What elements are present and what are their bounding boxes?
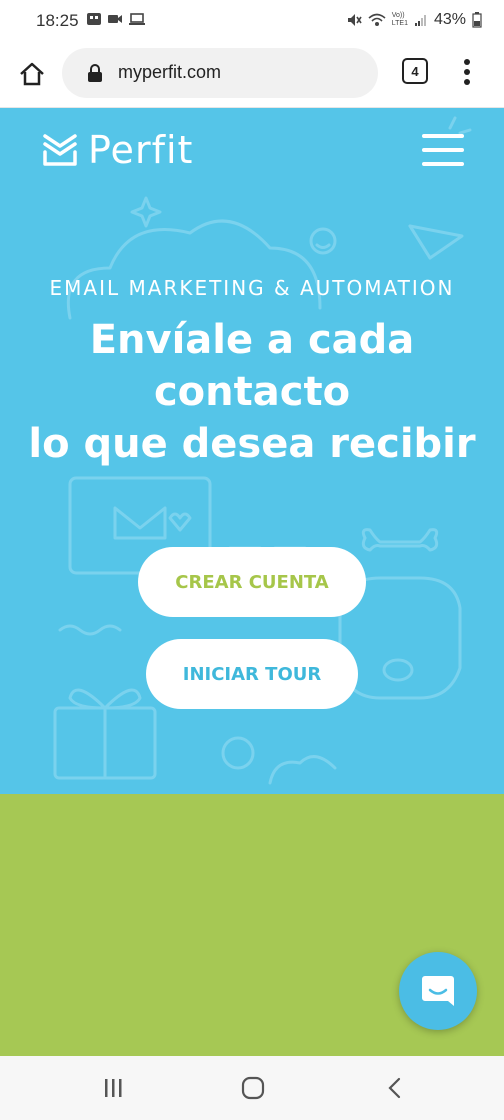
back-button[interactable] (380, 1074, 410, 1102)
hero-section: Perfit EMAIL MARKETING & AUTOMATION Enví… (0, 108, 504, 794)
more-vert-icon (464, 59, 470, 85)
tab-switcher-button[interactable]: 4 (402, 58, 428, 84)
battery-percent: 43% (433, 11, 466, 28)
browser-home-button[interactable] (14, 56, 50, 92)
home-nav-button[interactable] (238, 1074, 268, 1102)
status-system-icons: Vo)) LTE1 43% (346, 11, 482, 29)
recent-apps-button[interactable] (98, 1074, 128, 1102)
start-tour-button[interactable]: INICIAR TOUR (146, 639, 358, 709)
browser-menu-button[interactable] (455, 54, 479, 90)
create-account-button[interactable]: CREAR CUENTA (138, 547, 366, 617)
video-icon (108, 15, 122, 23)
address-bar[interactable]: myperfit.com (62, 48, 378, 98)
system-navigation-bar (0, 1056, 504, 1120)
wifi-icon (368, 13, 386, 26)
headline-line: Envíale a cada (89, 317, 415, 363)
network-label: Vo)) LTE1 (392, 12, 408, 28)
perfit-logo-icon (43, 134, 77, 166)
home-nav-icon (241, 1076, 265, 1100)
hamburger-line (422, 162, 464, 166)
logo-text: Perfit (88, 128, 194, 172)
volte-label: Vo)) (391, 12, 405, 19)
lte-label: LTE1 (391, 20, 408, 27)
hamburger-line (422, 148, 464, 152)
signal-icon (414, 15, 426, 26)
mute-icon (347, 14, 362, 26)
chat-button[interactable] (399, 952, 477, 1030)
lock-icon (88, 64, 102, 82)
status-bar: 18:25 Vo)) LTE1 43% (0, 0, 504, 42)
status-time: 18:25 (36, 11, 79, 30)
perfit-logo[interactable]: Perfit (42, 128, 193, 172)
hero-tagline: EMAIL MARKETING & AUTOMATION (49, 276, 455, 300)
recent-apps-icon (105, 1079, 122, 1097)
back-icon (388, 1077, 401, 1099)
battery-icon (472, 12, 482, 28)
browser-toolbar: myperfit.com 4 (0, 42, 504, 108)
chat-icon (422, 976, 454, 1006)
status-notification-icons (86, 12, 146, 26)
url-text: myperfit.com (118, 62, 222, 82)
headline-line: lo que desea recibir (28, 421, 476, 467)
sim-icon (87, 13, 101, 25)
laptop-icon (129, 13, 145, 25)
headline-line: contacto (153, 369, 351, 415)
hamburger-icon (422, 134, 464, 138)
hero-headline: Envíale a cada contacto lo que desea rec… (0, 314, 504, 470)
home-icon (20, 62, 44, 86)
hamburger-menu-button[interactable] (422, 134, 464, 166)
